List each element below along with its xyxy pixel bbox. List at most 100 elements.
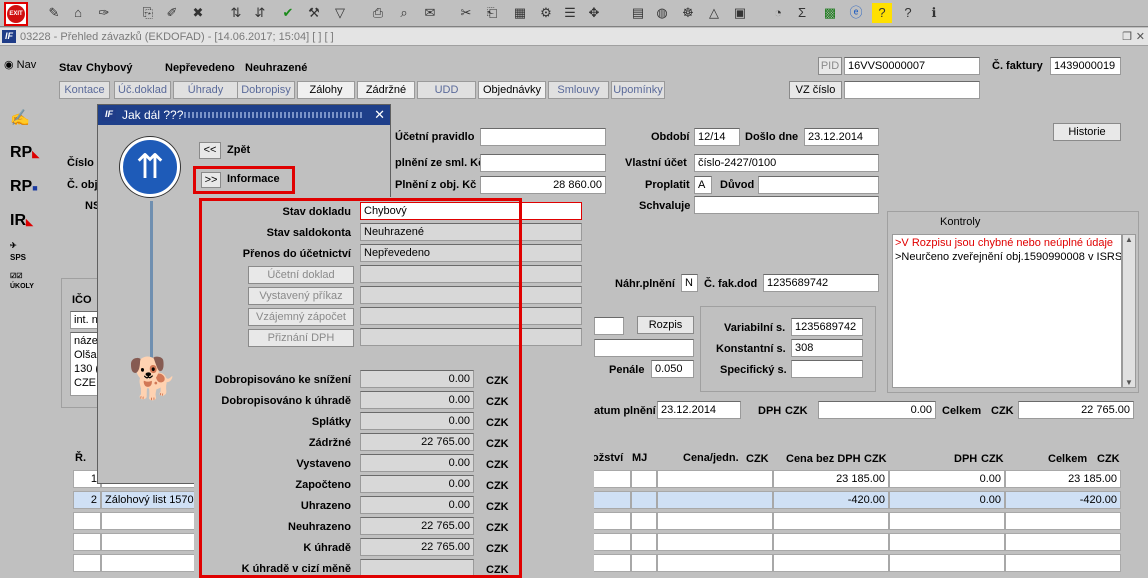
tab-z-lohy[interactable]: Zálohy <box>297 81 355 99</box>
duvod-field[interactable] <box>758 176 879 194</box>
vlastni-ucet-field[interactable]: číslo-2427/0100 <box>694 154 879 172</box>
proplatit-field[interactable]: A <box>694 176 712 194</box>
dph-field[interactable]: 0.00 <box>818 401 936 419</box>
filter-icon[interactable]: ▽ <box>330 3 350 23</box>
zpet-button[interactable]: << <box>199 142 221 159</box>
table-cell[interactable] <box>889 533 1005 551</box>
obdobi-field[interactable]: 12/14 <box>694 128 740 146</box>
wheel-icon[interactable]: ☸ <box>678 3 698 23</box>
table-cell[interactable] <box>889 554 1005 572</box>
rp-cz-icon[interactable]: RP◣ <box>10 138 40 168</box>
tab--hrady[interactable]: Úhrady <box>173 81 238 99</box>
wrench-icon[interactable]: ⚒ <box>304 3 324 23</box>
ie-icon[interactable]: ⓔ <box>846 3 866 23</box>
settings-icon[interactable]: ⚙ <box>536 3 556 23</box>
datum-plneni-field[interactable]: 23.12.2014 <box>657 401 741 419</box>
ir-icon[interactable]: IR◣ <box>10 206 40 236</box>
table-cell[interactable] <box>773 533 889 551</box>
table-cell[interactable]: 0.00 <box>889 470 1005 488</box>
sort-desc-icon[interactable]: ⇵ <box>250 3 270 23</box>
mail-icon[interactable]: ✉ <box>420 3 440 23</box>
table-cell[interactable] <box>631 533 657 551</box>
table-cell[interactable] <box>631 554 657 572</box>
table-cell[interactable] <box>657 512 773 530</box>
table-cell[interactable] <box>657 554 773 572</box>
cislo-faktury-field[interactable]: 1439000019 <box>1050 57 1121 75</box>
table-cell[interactable] <box>657 533 773 551</box>
hand-icon[interactable]: ✍ <box>10 104 40 134</box>
celkem-field[interactable]: 22 765.00 <box>1018 401 1134 419</box>
kontroly-list[interactable]: >V Rozpisu jsou chybné nebo neúplné údaj… <box>892 234 1122 388</box>
tab--doklad[interactable]: Úč.doklad <box>114 81 171 99</box>
chart-icon[interactable]: ▣ <box>730 3 750 23</box>
move-icon[interactable]: ✥ <box>584 3 604 23</box>
tab-z-dr-n-[interactable]: Zádržné <box>357 81 415 99</box>
pid-button[interactable]: PID <box>818 57 842 75</box>
print-icon[interactable]: ✎ <box>44 3 64 23</box>
sort-asc-icon[interactable]: ⇅ <box>226 3 246 23</box>
paste-icon[interactable]: ⎗ <box>482 3 502 23</box>
preview-icon[interactable]: ⌕ <box>394 3 414 23</box>
cut-icon[interactable]: ✂ <box>456 3 476 23</box>
table-cell[interactable]: 0.00 <box>889 491 1005 509</box>
delete-icon[interactable]: ✖ <box>188 3 208 23</box>
table-cell[interactable] <box>1005 554 1121 572</box>
restore-icon[interactable]: ❐ <box>1122 28 1132 46</box>
question-icon[interactable]: ? <box>898 3 918 23</box>
table-cell[interactable] <box>73 533 101 551</box>
tab-objedn-vky[interactable]: Objednávky <box>478 81 546 99</box>
address-field[interactable]: náze Olšan 130 (CZE <box>70 332 100 396</box>
calculator-icon[interactable]: ▤ <box>628 3 648 23</box>
table-cell[interactable] <box>591 554 631 572</box>
triangle-icon[interactable]: △ <box>704 3 724 23</box>
doslo-field[interactable]: 23.12.2014 <box>804 128 879 146</box>
ukoly-icon[interactable]: ☑☑ ÚKOLY <box>10 272 40 302</box>
kontroly-item[interactable]: >V Rozpisu jsou chybné nebo neúplné údaj… <box>893 235 1121 251</box>
clock-icon[interactable]: ◔ <box>768 3 788 23</box>
sum-icon[interactable]: Σ <box>792 3 812 23</box>
schvaluje-field[interactable] <box>694 196 879 214</box>
table-cell[interactable]: -420.00 <box>1005 491 1121 509</box>
konstantni-field[interactable]: 308 <box>791 339 863 357</box>
copy-icon[interactable]: ⎘ <box>138 3 158 23</box>
table-cell[interactable] <box>591 491 631 509</box>
kontroly-scrollbar[interactable]: ▲ ▼ <box>1122 234 1136 388</box>
table-cell[interactable]: 23 185.00 <box>1005 470 1121 488</box>
info-icon[interactable]: ℹ <box>924 3 944 23</box>
table-cell[interactable] <box>631 470 657 488</box>
cfak-field[interactable]: 1235689742 <box>763 274 879 292</box>
dialog-close-icon[interactable]: ✕ <box>374 105 385 125</box>
tab-udd[interactable]: UDD <box>417 81 476 99</box>
small-field-1[interactable] <box>594 317 624 335</box>
table-cell[interactable] <box>1005 533 1121 551</box>
rozpis-button[interactable]: Rozpis <box>637 316 694 334</box>
table-cell[interactable] <box>631 491 657 509</box>
tab-smlouvy[interactable]: Smlouvy <box>548 81 609 99</box>
list-icon[interactable]: ☰ <box>560 3 580 23</box>
plneni-obj-field[interactable]: 28 860.00 <box>480 176 606 194</box>
specificky-field[interactable] <box>791 360 863 378</box>
vz-cislo-field[interactable] <box>844 81 980 99</box>
table-cell[interactable] <box>773 554 889 572</box>
table-cell[interactable] <box>73 554 101 572</box>
table-cell[interactable] <box>591 470 631 488</box>
pin-icon[interactable]: ✑ <box>94 3 114 23</box>
nahr-plneni-field[interactable]: N <box>681 274 698 292</box>
table-cell[interactable]: 2 <box>73 491 101 509</box>
table-cell[interactable] <box>73 512 101 530</box>
ucetni-pravidlo-field[interactable] <box>480 128 606 146</box>
help-icon[interactable]: ? <box>872 3 892 23</box>
int-field[interactable]: int. n <box>70 311 100 329</box>
rp-eu-icon[interactable]: RP■ <box>10 172 40 202</box>
table-cell[interactable] <box>657 470 773 488</box>
historie-button[interactable]: Historie <box>1053 123 1121 141</box>
home-icon[interactable]: ⌂ <box>68 3 88 23</box>
excel-icon[interactable]: ▩ <box>820 3 840 23</box>
sps-icon[interactable]: ✈ SPS <box>10 240 40 270</box>
table-cell[interactable] <box>591 512 631 530</box>
vz-cislo-button[interactable]: VZ číslo <box>789 81 842 99</box>
tab-upom-nky[interactable]: Upomínky <box>611 81 665 99</box>
table-cell[interactable] <box>773 512 889 530</box>
table-cell[interactable] <box>1005 512 1121 530</box>
variabilni-field[interactable]: 1235689742 <box>791 318 863 336</box>
